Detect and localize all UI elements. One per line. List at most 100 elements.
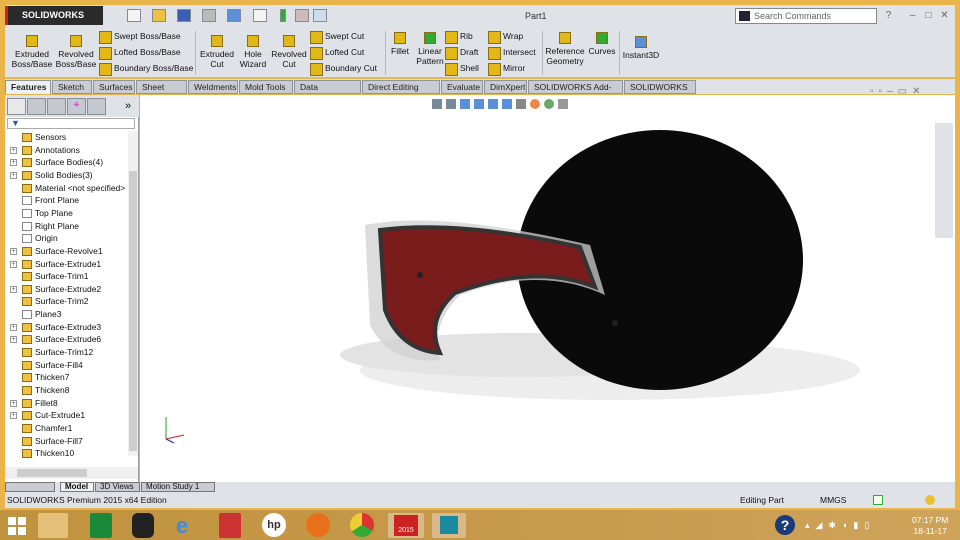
rib-button[interactable]: Rib <box>445 31 473 44</box>
revolved-boss-button[interactable]: Revolved Boss/Base <box>55 33 97 69</box>
close-icon[interactable]: ✕ <box>939 10 950 21</box>
configuration-manager-tab-icon[interactable] <box>47 98 66 115</box>
tab-data-migration[interactable]: Data Migration <box>294 80 361 104</box>
minimize-icon[interactable]: – <box>907 10 918 21</box>
tree-item[interactable]: Material <not specified> <box>5 182 125 195</box>
expand-icon[interactable]: + <box>10 171 17 179</box>
rebuild-icon[interactable] <box>280 9 286 22</box>
tree-item[interactable]: Sensors <box>5 131 66 144</box>
section-view-icon[interactable] <box>474 99 484 109</box>
tree-item[interactable]: + Annotations <box>5 144 80 157</box>
solidworks-taskbar-button[interactable]: 2015 <box>388 513 424 538</box>
lofted-boss-button[interactable]: Lofted Boss/Base <box>99 47 181 60</box>
tree-item[interactable]: + Cut-Extrude1 <box>5 409 85 422</box>
tab-sketch[interactable]: Sketch <box>52 80 92 94</box>
expand-icon[interactable]: + <box>10 146 17 154</box>
quick-tips-icon[interactable] <box>873 495 883 505</box>
draft-button[interactable]: Draft <box>445 47 478 60</box>
store-icon[interactable] <box>90 513 112 538</box>
tab-weldments[interactable]: Weldments <box>188 80 238 94</box>
tree-item[interactable]: Thicken10 <box>5 447 74 460</box>
shell-button[interactable]: Shell <box>445 63 479 76</box>
tab-solidworks-mbd[interactable]: SOLIDWORKS MBD <box>624 80 696 104</box>
filter-icon[interactable]: ▼ <box>7 118 135 129</box>
expand-icon[interactable]: + <box>10 323 17 331</box>
instant3d-button[interactable]: Instant3D <box>622 34 660 60</box>
bottom-tab[interactable]: Model <box>60 482 94 492</box>
tree-item[interactable]: + Surface-Extrude3 <box>5 321 101 334</box>
vertical-scrollbar[interactable] <box>128 131 138 456</box>
viewport-window-controls[interactable]: ▫▫–▭✕ <box>870 86 925 97</box>
system-tray-icons[interactable]: ▴◢✱◖▮▯ <box>805 520 875 531</box>
tree-item[interactable]: Chamfer1 <box>5 422 72 435</box>
tree-item[interactable]: + Solid Bodies(3) <box>5 169 93 182</box>
swept-cut-button[interactable]: Swept Cut <box>310 31 364 44</box>
wrap-button[interactable]: Wrap <box>488 31 523 44</box>
display-style-icon[interactable] <box>502 99 512 109</box>
hp-icon[interactable]: hp <box>262 513 286 537</box>
new-document-icon[interactable] <box>127 9 141 22</box>
tree-item[interactable]: Surface-Fill7 <box>5 435 83 448</box>
zoom-to-fit-icon[interactable] <box>432 99 442 109</box>
expand-icon[interactable]: + <box>10 247 17 255</box>
revolved-cut-button[interactable]: Revolved Cut <box>271 33 307 69</box>
tree-item[interactable]: Right Plane <box>5 220 79 233</box>
help-tray-icon[interactable]: ? <box>775 515 795 535</box>
reference-geometry-button[interactable]: Reference Geometry <box>545 30 585 66</box>
units-selector[interactable]: MMGS <box>820 492 846 508</box>
graphics-area[interactable]: ▫▫–▭✕ <box>140 86 955 482</box>
tab-sheet-metal[interactable]: Sheet Metal <box>136 80 187 104</box>
scene-icon[interactable] <box>544 99 554 109</box>
expand-icon[interactable]: + <box>10 285 17 293</box>
hole-wizard-button[interactable]: Hole Wizard <box>236 33 270 69</box>
tab-mold-tools[interactable]: Mold Tools <box>239 80 293 94</box>
paint-app-icon[interactable] <box>219 513 241 538</box>
expand-icon[interactable]: + <box>10 336 17 344</box>
save-icon[interactable] <box>177 9 191 22</box>
file-properties-icon[interactable] <box>295 9 309 22</box>
boundary-cut-button[interactable]: Boundary Cut <box>310 63 377 76</box>
tree-item[interactable]: Origin <box>5 232 58 245</box>
feature-manager-tab-icon[interactable] <box>7 98 26 115</box>
task-pane-tabs[interactable] <box>935 123 953 238</box>
intersect-button[interactable]: Intersect <box>488 47 536 60</box>
tree-item[interactable]: Front Plane <box>5 194 79 207</box>
tree-item[interactable]: Thicken7 <box>5 371 70 384</box>
tree-item[interactable]: Top Plane <box>5 207 73 220</box>
expand-chevron-icon[interactable]: » <box>125 100 131 112</box>
tab-surfaces[interactable]: Surfaces <box>93 80 135 94</box>
clock[interactable]: 07:17 PM 18-11-17 <box>912 515 948 537</box>
tab-evaluate[interactable]: Evaluate <box>441 80 483 94</box>
tree-item[interactable]: Surface-Fill4 <box>5 359 83 372</box>
expand-icon[interactable]: + <box>10 399 17 407</box>
tree-item[interactable]: Surface-Trim12 <box>5 346 93 359</box>
dimxpert-tab-icon[interactable]: ⌖ <box>67 98 86 115</box>
view-orientation-icon[interactable] <box>488 99 498 109</box>
lofted-cut-button[interactable]: Lofted Cut <box>310 47 364 60</box>
photos-taskbar-button[interactable] <box>432 513 466 538</box>
restore-icon[interactable]: □ <box>923 10 934 21</box>
tab-direct-editing[interactable]: Direct Editing <box>362 80 440 94</box>
rebuild-status-icon[interactable] <box>925 495 935 505</box>
tree-item[interactable]: Plane3 <box>5 308 61 321</box>
expand-icon[interactable]: + <box>10 412 17 420</box>
select-icon[interactable] <box>253 9 267 22</box>
tree-item[interactable]: Surface-Trim1 <box>5 270 89 283</box>
search-commands-input[interactable]: Search Commands <box>735 8 877 24</box>
curves-button[interactable]: Curves <box>587 30 617 56</box>
tree-item[interactable]: + Surface-Extrude6 <box>5 333 101 346</box>
extruded-cut-button[interactable]: Extruded Cut <box>198 33 236 69</box>
swept-boss-button[interactable]: Swept Boss/Base <box>99 31 181 44</box>
tree-item[interactable]: Surface-Trim2 <box>5 295 89 308</box>
open-icon[interactable] <box>152 9 166 22</box>
fillet-button[interactable]: Fillet <box>388 30 412 56</box>
boundary-boss-button[interactable]: Boundary Boss/Base <box>99 63 193 76</box>
horizontal-scrollbar[interactable] <box>5 467 138 479</box>
print-icon[interactable] <box>202 9 216 22</box>
property-manager-tab-icon[interactable] <box>27 98 46 115</box>
expand-icon[interactable]: + <box>10 159 17 167</box>
tab-scroll-arrows[interactable] <box>5 482 55 492</box>
previous-view-icon[interactable] <box>460 99 470 109</box>
appearance-icon[interactable] <box>530 99 540 109</box>
tab-features[interactable]: Features <box>5 80 51 94</box>
